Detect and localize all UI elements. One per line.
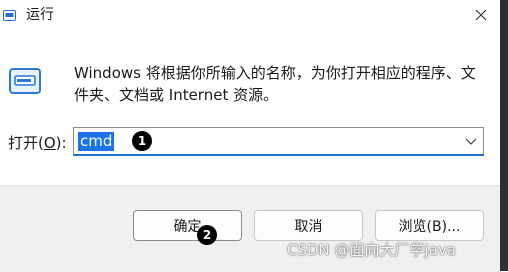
- open-input[interactable]: cmd: [78, 132, 115, 151]
- close-button[interactable]: [462, 0, 500, 30]
- ok-button[interactable]: 确定: [133, 210, 242, 241]
- browse-button[interactable]: 浏览(B)...: [375, 210, 484, 241]
- cancel-button[interactable]: 取消: [254, 210, 363, 241]
- close-icon: [475, 9, 487, 21]
- title-bar[interactable]: 运行: [0, 0, 500, 34]
- chevron-down-icon[interactable]: [465, 136, 477, 146]
- window-title: 运行: [26, 7, 54, 23]
- watermark: CSDN @面向大厂学java: [287, 241, 456, 259]
- background-edge: [500, 0, 508, 271]
- description-text: Windows 将根据你所输入的名称，为你打开相应的程序、文件夹、文档或 Int…: [74, 64, 476, 104]
- run-app-icon: [3, 10, 16, 21]
- open-label: 打开(O):: [8, 134, 67, 152]
- run-dialog: 运行 Windows 将根据你所输入的名称，为你打开相应的程序、文件夹、文档或 …: [0, 0, 501, 272]
- step-badge-2: 2: [197, 225, 217, 245]
- step-badge-1: 1: [132, 131, 152, 151]
- run-icon: [9, 68, 41, 94]
